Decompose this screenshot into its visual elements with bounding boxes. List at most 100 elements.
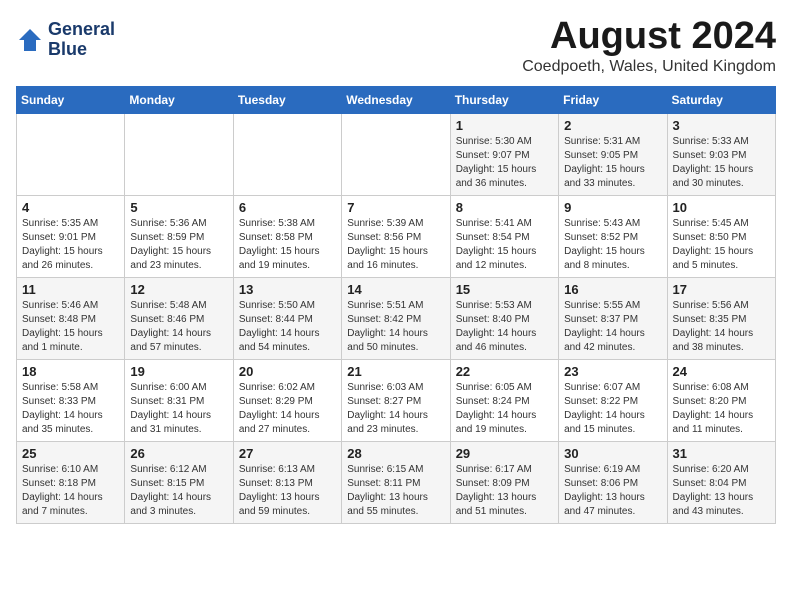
day-info: Sunrise: 5:39 AMSunset: 8:56 PMDaylight:… [347, 217, 444, 273]
calendar-cell: 28 Sunrise: 6:15 AMSunset: 8:11 PMDayligh… [342, 441, 450, 523]
calendar-week-row: 4 Sunrise: 5:35 AMSunset: 9:01 PMDaylight… [17, 195, 776, 277]
calendar-cell: 23Sunrise: 6:07 AMSunset: 8:22 PMDayligh… [559, 359, 667, 441]
day-number: 13 [239, 282, 336, 297]
logo: General Blue [16, 20, 115, 60]
day-number: 9 [564, 200, 661, 215]
calendar-cell: 9 Sunrise: 5:43 AMSunset: 8:52 PMDaylight… [559, 195, 667, 277]
day-number: 3 [673, 118, 770, 133]
calendar-week-row: 18 Sunrise: 5:58 AMSunset: 8:33 PMDayligh… [17, 359, 776, 441]
weekday-header-row: SundayMondayTuesdayWednesdayThursdayFrid… [17, 86, 776, 113]
calendar-week-row: 25Sunrise: 6:10 AMSunset: 8:18 PMDayligh… [17, 441, 776, 523]
calendar-cell: 21 Sunrise: 6:03 AMSunset: 8:27 PMDayligh… [342, 359, 450, 441]
day-number: 22 [456, 364, 553, 379]
calendar-cell: 26 Sunrise: 6:12 AMSunset: 8:15 PMDayligh… [125, 441, 233, 523]
page-header: General Blue August 2024 Coedpoeth, Wale… [16, 16, 776, 76]
day-info: Sunrise: 6:08 AMSunset: 8:20 PMDaylight:… [673, 381, 770, 437]
calendar-cell [233, 113, 341, 195]
logo-line1: General [48, 20, 115, 40]
calendar-cell: 14 Sunrise: 5:51 AMSunset: 8:42 PMDayligh… [342, 277, 450, 359]
calendar-cell: 20Sunrise: 6:02 AMSunset: 8:29 PMDayligh… [233, 359, 341, 441]
day-number: 26 [130, 446, 227, 461]
calendar-cell: 5Sunrise: 5:36 AMSunset: 8:59 PMDaylight… [125, 195, 233, 277]
day-number: 6 [239, 200, 336, 215]
calendar-week-row: 1 Sunrise: 5:30 AMSunset: 9:07 PMDaylight… [17, 113, 776, 195]
day-number: 24 [673, 364, 770, 379]
day-info: Sunrise: 6:12 AMSunset: 8:15 PMDaylight:… [130, 463, 227, 519]
day-info: Sunrise: 6:19 AMSunset: 8:06 PMDaylight:… [564, 463, 661, 519]
weekday-header: Monday [125, 86, 233, 113]
day-number: 31 [673, 446, 770, 461]
calendar-cell: 7 Sunrise: 5:39 AMSunset: 8:56 PMDaylight… [342, 195, 450, 277]
day-info: Sunrise: 5:53 AMSunset: 8:40 PMDaylight:… [456, 299, 553, 355]
calendar-cell: 3 Sunrise: 5:33 AMSunset: 9:03 PMDaylight… [667, 113, 775, 195]
calendar-cell: 8 Sunrise: 5:41 AMSunset: 8:54 PMDaylight… [450, 195, 558, 277]
logo-icon [16, 26, 44, 54]
calendar-cell: 17Sunrise: 5:56 AMSunset: 8:35 PMDayligh… [667, 277, 775, 359]
day-info: Sunrise: 5:36 AMSunset: 8:59 PMDaylight:… [130, 217, 227, 273]
day-number: 10 [673, 200, 770, 215]
day-info: Sunrise: 5:41 AMSunset: 8:54 PMDaylight:… [456, 217, 553, 273]
day-number: 25 [22, 446, 119, 461]
title-section: August 2024 Coedpoeth, Wales, United Kin… [522, 16, 776, 76]
day-number: 19 [130, 364, 227, 379]
calendar-cell: 24 Sunrise: 6:08 AMSunset: 8:20 PMDayligh… [667, 359, 775, 441]
calendar-cell [17, 113, 125, 195]
day-info: Sunrise: 6:17 AMSunset: 8:09 PMDaylight:… [456, 463, 553, 519]
day-number: 18 [22, 364, 119, 379]
day-number: 11 [22, 282, 119, 297]
day-info: Sunrise: 5:48 AMSunset: 8:46 PMDaylight:… [130, 299, 227, 355]
day-number: 4 [22, 200, 119, 215]
calendar-cell: 15 Sunrise: 5:53 AMSunset: 8:40 PMDayligh… [450, 277, 558, 359]
calendar-cell: 19 Sunrise: 6:00 AMSunset: 8:31 PMDayligh… [125, 359, 233, 441]
calendar-cell [125, 113, 233, 195]
day-info: Sunrise: 5:46 AMSunset: 8:48 PMDaylight:… [22, 299, 119, 355]
day-info: Sunrise: 5:31 AMSunset: 9:05 PMDaylight:… [564, 135, 661, 191]
day-number: 29 [456, 446, 553, 461]
day-info: Sunrise: 5:58 AMSunset: 8:33 PMDaylight:… [22, 381, 119, 437]
day-number: 28 [347, 446, 444, 461]
calendar-cell [342, 113, 450, 195]
day-info: Sunrise: 6:03 AMSunset: 8:27 PMDaylight:… [347, 381, 444, 437]
calendar-table: SundayMondayTuesdayWednesdayThursdayFrid… [16, 86, 776, 524]
day-number: 8 [456, 200, 553, 215]
calendar-cell: 31 Sunrise: 6:20 AMSunset: 8:04 PMDayligh… [667, 441, 775, 523]
day-info: Sunrise: 5:43 AMSunset: 8:52 PMDaylight:… [564, 217, 661, 273]
weekday-header: Tuesday [233, 86, 341, 113]
calendar-cell: 4 Sunrise: 5:35 AMSunset: 9:01 PMDaylight… [17, 195, 125, 277]
calendar-week-row: 11 Sunrise: 5:46 AMSunset: 8:48 PMDayligh… [17, 277, 776, 359]
calendar-cell: 29 Sunrise: 6:17 AMSunset: 8:09 PMDayligh… [450, 441, 558, 523]
day-info: Sunrise: 5:51 AMSunset: 8:42 PMDaylight:… [347, 299, 444, 355]
calendar-cell: 12 Sunrise: 5:48 AMSunset: 8:46 PMDayligh… [125, 277, 233, 359]
day-info: Sunrise: 6:00 AMSunset: 8:31 PMDaylight:… [130, 381, 227, 437]
day-info: Sunrise: 5:56 AMSunset: 8:35 PMDaylight:… [673, 299, 770, 355]
weekday-header: Sunday [17, 86, 125, 113]
calendar-cell: 16Sunrise: 5:55 AMSunset: 8:37 PMDayligh… [559, 277, 667, 359]
day-number: 23 [564, 364, 661, 379]
weekday-header: Thursday [450, 86, 558, 113]
day-number: 27 [239, 446, 336, 461]
day-number: 1 [456, 118, 553, 133]
day-number: 2 [564, 118, 661, 133]
day-number: 21 [347, 364, 444, 379]
day-number: 7 [347, 200, 444, 215]
day-info: Sunrise: 5:30 AMSunset: 9:07 PMDaylight:… [456, 135, 553, 191]
day-number: 15 [456, 282, 553, 297]
day-info: Sunrise: 5:55 AMSunset: 8:37 PMDaylight:… [564, 299, 661, 355]
calendar-cell: 2 Sunrise: 5:31 AMSunset: 9:05 PMDaylight… [559, 113, 667, 195]
calendar-title: August 2024 [522, 16, 776, 58]
weekday-header: Friday [559, 86, 667, 113]
day-number: 14 [347, 282, 444, 297]
weekday-header: Saturday [667, 86, 775, 113]
logo-line2: Blue [48, 40, 115, 60]
day-info: Sunrise: 6:20 AMSunset: 8:04 PMDaylight:… [673, 463, 770, 519]
calendar-cell: 25Sunrise: 6:10 AMSunset: 8:18 PMDayligh… [17, 441, 125, 523]
day-number: 12 [130, 282, 227, 297]
calendar-cell: 18 Sunrise: 5:58 AMSunset: 8:33 PMDayligh… [17, 359, 125, 441]
day-info: Sunrise: 5:33 AMSunset: 9:03 PMDaylight:… [673, 135, 770, 191]
calendar-cell: 1 Sunrise: 5:30 AMSunset: 9:07 PMDaylight… [450, 113, 558, 195]
calendar-cell: 22 Sunrise: 6:05 AMSunset: 8:24 PMDayligh… [450, 359, 558, 441]
day-info: Sunrise: 5:35 AMSunset: 9:01 PMDaylight:… [22, 217, 119, 273]
day-info: Sunrise: 6:15 AMSunset: 8:11 PMDaylight:… [347, 463, 444, 519]
day-info: Sunrise: 6:05 AMSunset: 8:24 PMDaylight:… [456, 381, 553, 437]
weekday-header: Wednesday [342, 86, 450, 113]
